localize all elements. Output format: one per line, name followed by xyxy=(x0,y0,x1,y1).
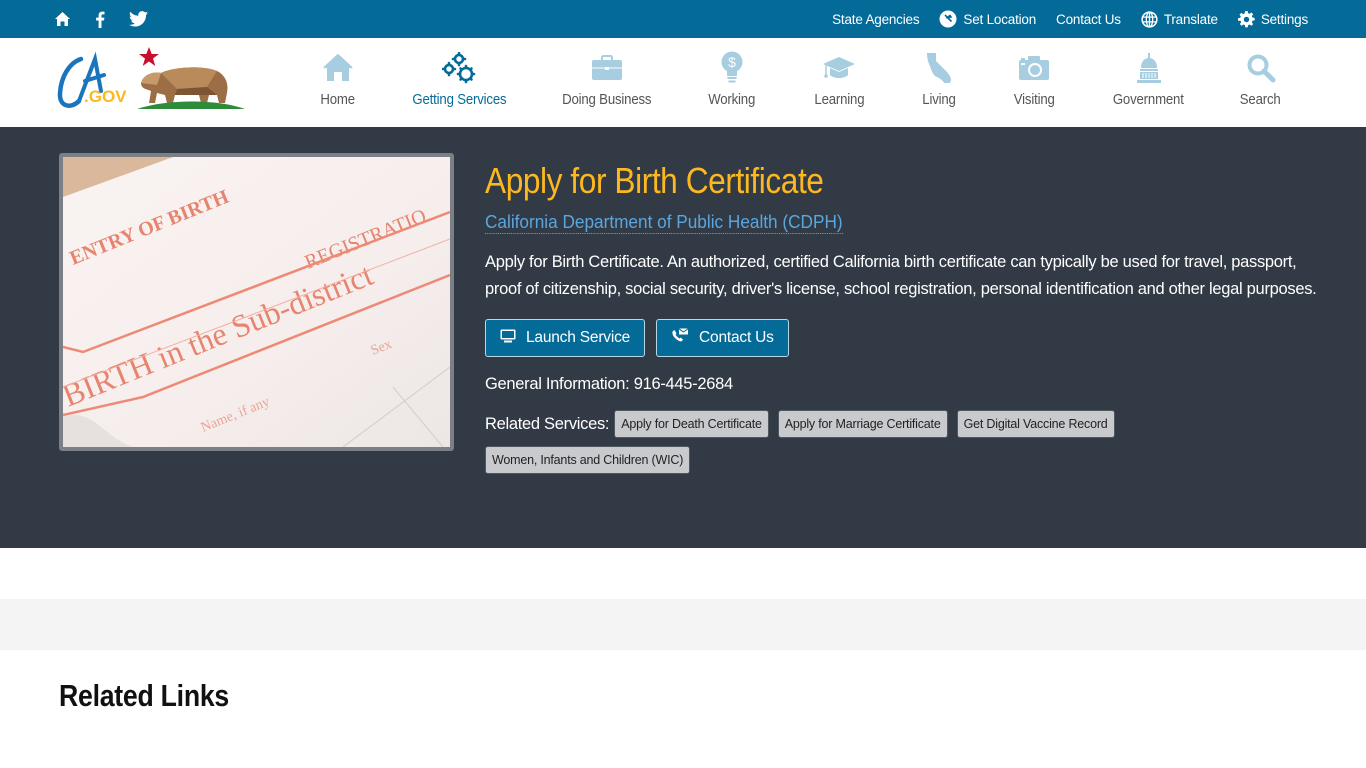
nav-getting-services[interactable]: Getting Services xyxy=(376,38,542,127)
contact-us-label: Contact Us xyxy=(699,329,774,346)
birth-certificate-image: ENTRY OF BIRTH REGISTRATIO BIRTH in the … xyxy=(59,153,454,451)
lightbulb-dollar-icon: $ xyxy=(715,51,749,85)
state-agencies-link[interactable]: State Agencies xyxy=(832,12,919,27)
set-location-link[interactable]: Set Location xyxy=(939,10,1036,28)
page-title: Apply for Birth Certificate xyxy=(485,160,824,201)
twitter-icon[interactable] xyxy=(128,9,148,29)
department-link[interactable]: California Department of Public Health (… xyxy=(485,211,843,234)
state-agencies-label: State Agencies xyxy=(832,11,920,27)
set-location-label: Set Location xyxy=(963,11,1037,27)
utility-links: State Agencies Set Location Contact Us T… xyxy=(832,0,1308,38)
gears-icon xyxy=(442,51,476,85)
nav-learning[interactable]: Learning xyxy=(792,38,886,127)
related-services-label: Related Services: xyxy=(485,414,610,433)
general-information: General Information: 916-445-2684 xyxy=(485,375,733,393)
settings-link[interactable]: Settings xyxy=(1237,10,1308,28)
translate-label: Translate xyxy=(1163,11,1218,27)
related-service-tag[interactable]: Apply for Death Certificate xyxy=(614,410,769,438)
nav-government[interactable]: Government xyxy=(1076,38,1221,127)
home-icon xyxy=(321,51,355,85)
california-icon xyxy=(922,51,956,85)
main-nav: Home Getting Services Doing Business $ W… xyxy=(300,38,1300,127)
section-divider-band xyxy=(0,599,1366,650)
site-header: .GOV Home Getting Services Doing Busines… xyxy=(0,38,1366,127)
facebook-icon[interactable] xyxy=(90,9,110,29)
service-details: Apply for Birth Certificate California D… xyxy=(485,159,1317,474)
nav-government-label: Government xyxy=(1113,91,1184,108)
nav-getting-services-label: Getting Services xyxy=(411,91,507,108)
related-service-tag[interactable]: Get Digital Vaccine Record xyxy=(956,410,1115,438)
capitol-icon xyxy=(1132,51,1166,85)
nav-visiting-label: Visiting xyxy=(1013,91,1055,108)
related-service-tag[interactable]: Apply for Marriage Certificate xyxy=(777,410,948,438)
nav-visiting[interactable]: Visiting xyxy=(992,38,1076,127)
search-icon xyxy=(1244,51,1278,85)
settings-label: Settings xyxy=(1260,11,1308,27)
camera-icon xyxy=(1017,51,1051,85)
location-pin-icon xyxy=(939,10,957,28)
graduation-cap-icon xyxy=(822,51,856,85)
contact-us-link[interactable]: Contact Us xyxy=(1056,12,1121,27)
related-service-tag[interactable]: Women, Infants and Children (WIC) xyxy=(485,446,691,474)
nav-living-label: Living xyxy=(922,91,956,108)
globe-icon xyxy=(1141,10,1158,28)
nav-doing-business[interactable]: Doing Business xyxy=(542,38,672,127)
monitor-icon xyxy=(500,329,516,348)
nav-search-label: Search xyxy=(1240,91,1281,108)
briefcase-icon xyxy=(590,51,624,85)
translate-link[interactable]: Translate xyxy=(1141,10,1218,28)
svg-text:.GOV: .GOV xyxy=(84,87,127,106)
nav-working-label: Working xyxy=(708,91,756,108)
nav-working[interactable]: $ Working xyxy=(672,38,792,127)
launch-service-button[interactable]: Launch Service xyxy=(485,319,646,357)
related-links-heading: Related Links xyxy=(59,678,229,713)
service-description: Apply for Birth Certificate. An authoriz… xyxy=(485,253,1317,298)
nav-search[interactable]: Search xyxy=(1221,38,1300,127)
nav-doing-business-label: Doing Business xyxy=(562,91,652,108)
social-links xyxy=(52,9,148,29)
utility-bar: State Agencies Set Location Contact Us T… xyxy=(0,0,1366,38)
gear-icon xyxy=(1237,10,1255,28)
launch-service-label: Launch Service xyxy=(526,329,631,346)
nav-home[interactable]: Home xyxy=(300,38,376,127)
svg-text:$: $ xyxy=(728,54,736,70)
contact-us-button[interactable]: Contact Us xyxy=(656,319,789,357)
contact-us-label: Contact Us xyxy=(1056,11,1121,27)
related-services: Related Services: Apply for Death Certif… xyxy=(485,410,1185,474)
ca-gov-logo[interactable]: .GOV xyxy=(57,45,247,115)
home-icon[interactable] xyxy=(52,9,72,29)
phone-mail-icon xyxy=(671,328,689,348)
service-hero: ENTRY OF BIRTH REGISTRATIO BIRTH in the … xyxy=(0,127,1366,548)
nav-living[interactable]: Living xyxy=(886,38,992,127)
nav-learning-label: Learning xyxy=(814,91,864,108)
nav-home-label: Home xyxy=(320,91,356,108)
action-buttons: Launch Service Contact Us xyxy=(485,319,1305,357)
